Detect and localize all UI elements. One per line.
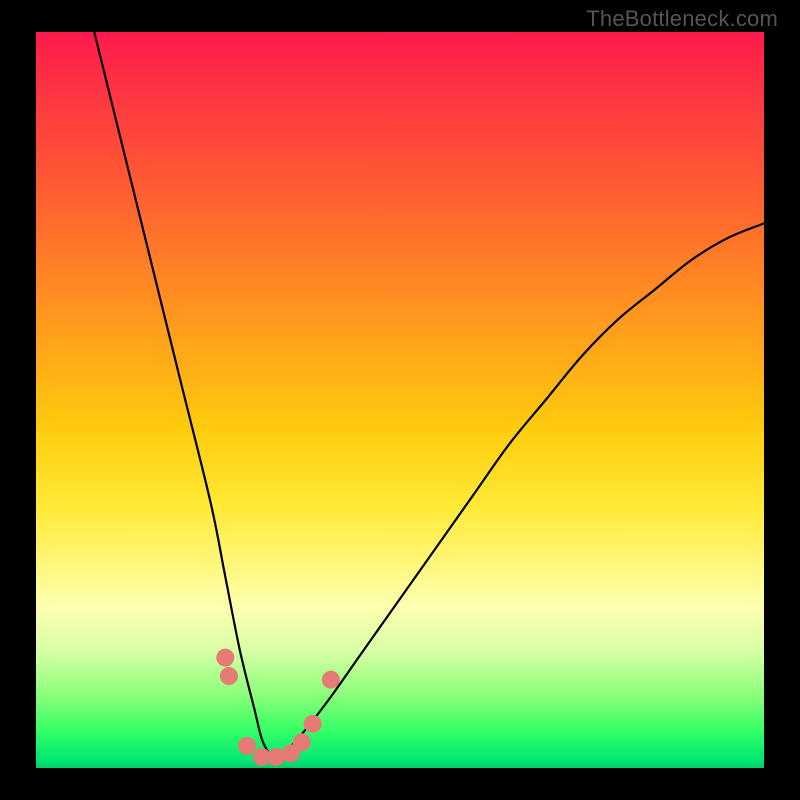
chart-frame: TheBottleneck.com [0,0,800,800]
curve-svg [36,32,764,768]
curve-markers [216,649,340,766]
bottleneck-curve [94,32,764,761]
curve-marker [304,715,322,733]
curve-marker [293,733,311,751]
curve-marker [216,649,234,667]
curve-marker [220,667,238,685]
plot-area [36,32,764,768]
watermark-text: TheBottleneck.com [586,6,778,32]
curve-marker [322,671,340,689]
curve-marker [238,737,256,755]
